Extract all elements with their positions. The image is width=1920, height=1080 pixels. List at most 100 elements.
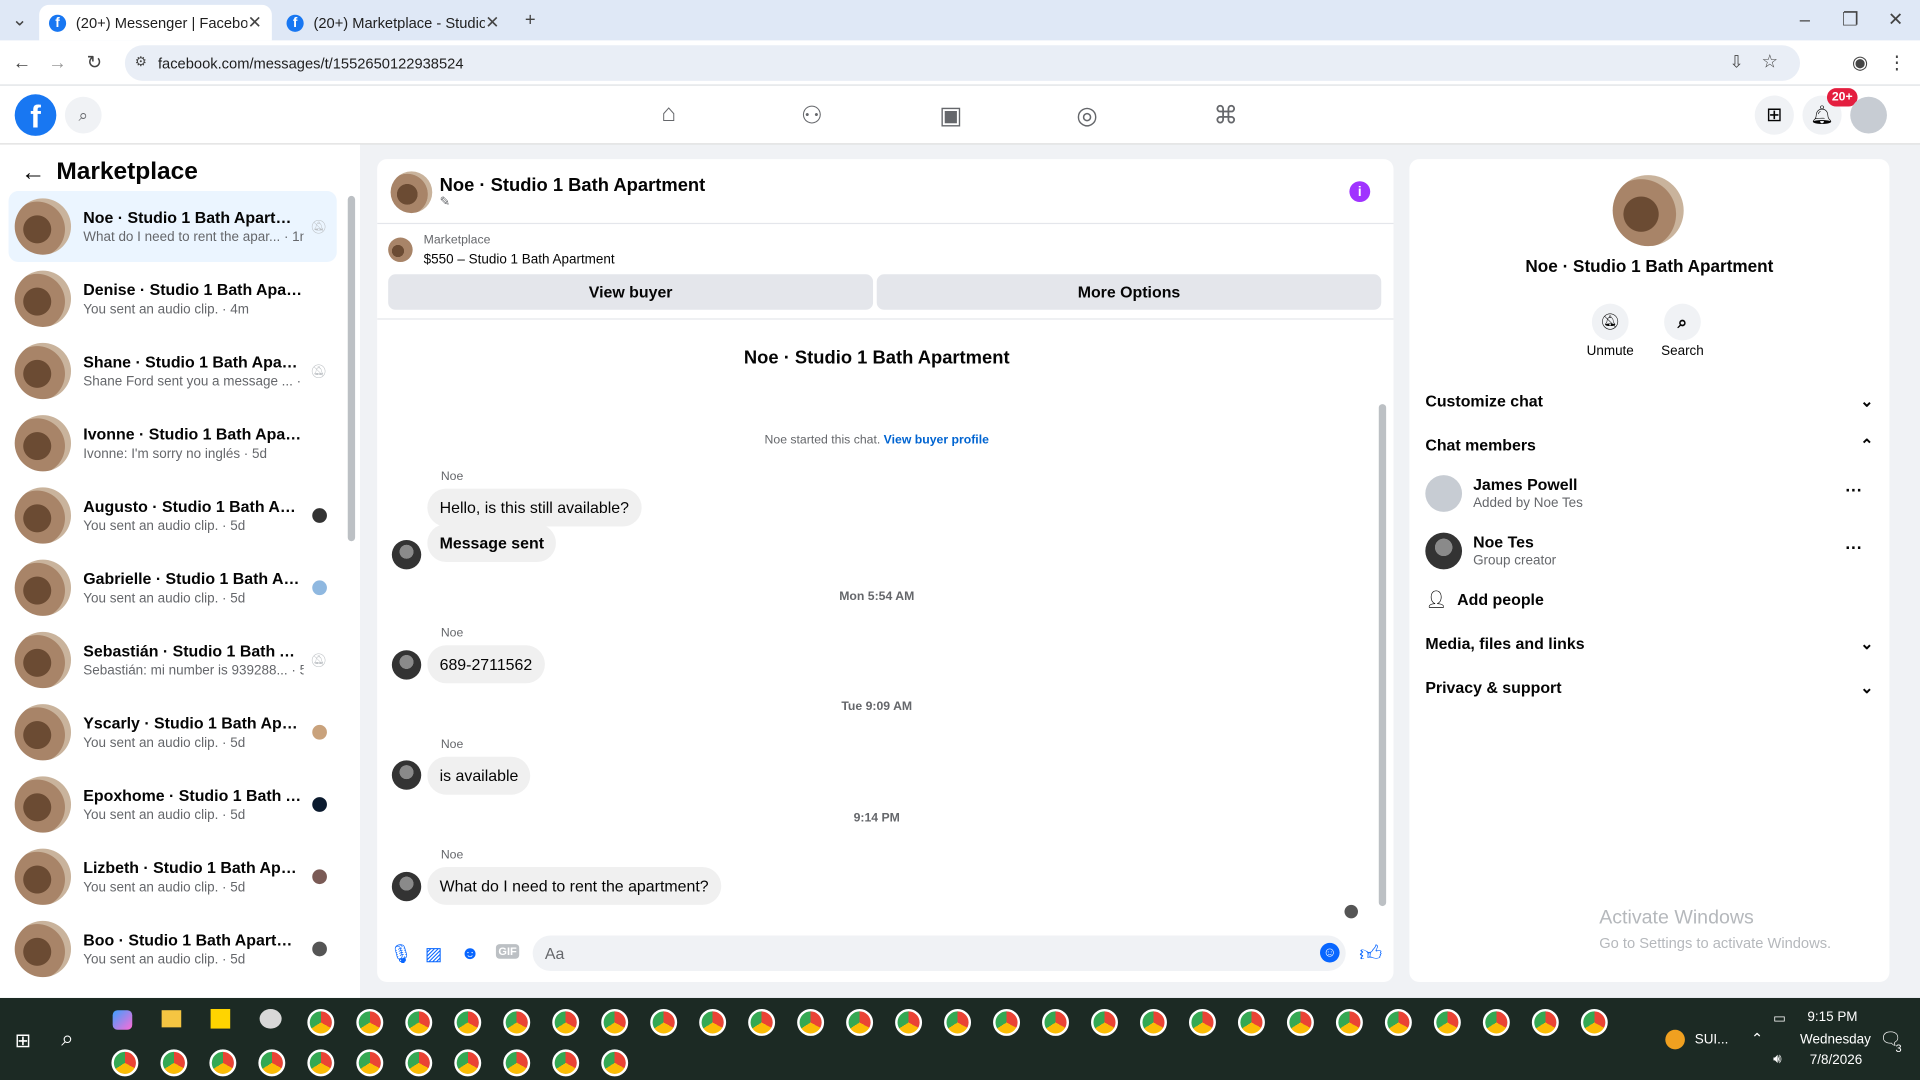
sticky-notes-icon[interactable] [210, 1008, 231, 1029]
conversation-item[interactable]: Epoxhome · Studio 1 Bath Apa... You sent … [9, 769, 337, 840]
member-info[interactable]: James Powell Added by Noe Tes [1473, 475, 1583, 511]
volume-icon[interactable]: 🔊︎ [1773, 1052, 1781, 1068]
file-explorer-icon[interactable] [161, 1010, 182, 1028]
chrome-icon[interactable] [1531, 1008, 1559, 1036]
facebook-logo-icon[interactable]: f [14, 94, 57, 136]
chrome-icon[interactable] [1188, 1008, 1216, 1036]
unmute-bell-icon[interactable]: 🔕︎ [1591, 303, 1629, 341]
friends-icon[interactable]: ⚇ [801, 100, 823, 131]
chat-scrollbar[interactable] [1378, 404, 1387, 907]
tab-close-icon[interactable]: ✕ [485, 12, 499, 33]
more-options-button[interactable]: More Options [876, 274, 1382, 310]
tab-close-icon[interactable]: ✕ [248, 12, 262, 33]
chat-members-section[interactable]: Chat members ⌃ [1425, 436, 1873, 456]
account-avatar[interactable] [1850, 96, 1887, 134]
sidebar-scrollbar[interactable] [347, 195, 356, 542]
emoji-icon[interactable]: ☺ [1320, 942, 1340, 963]
chrome-icon[interactable] [1091, 1008, 1118, 1036]
view-buyer-profile-link[interactable]: View buyer profile [884, 433, 989, 446]
gif-icon[interactable]: GIF [495, 944, 520, 959]
chrome-icon[interactable] [1335, 1008, 1363, 1036]
sender-avatar[interactable] [391, 650, 422, 680]
conversation-item[interactable]: Denise · Studio 1 Bath Apartment You sent… [9, 263, 337, 334]
chrome-icon[interactable] [454, 1008, 482, 1036]
chat-avatar[interactable] [390, 171, 433, 214]
chrome-icon[interactable] [1433, 1008, 1461, 1036]
back-icon[interactable]: ← [7, 48, 36, 77]
chrome-icon[interactable] [601, 1008, 629, 1036]
chrome-icon[interactable] [797, 1008, 825, 1036]
search-icon[interactable]: ⌕ [1664, 303, 1701, 341]
member-avatar[interactable] [1425, 532, 1463, 570]
chrome-icon[interactable] [748, 1008, 776, 1036]
chrome-icon[interactable] [405, 1049, 433, 1077]
conversation-item[interactable]: Ivonne · Studio 1 Bath Apartment Ivonne: … [9, 408, 337, 479]
sender-avatar[interactable] [391, 871, 422, 902]
chrome-icon[interactable] [503, 1008, 531, 1036]
like-thumbs-up-icon[interactable]: 👍︎ [1359, 940, 1382, 967]
conversation-item[interactable]: Shane · Studio 1 Bath Apartm... Shane For… [9, 336, 337, 407]
chrome-icon[interactable] [209, 1049, 237, 1077]
back-arrow-icon[interactable]: ← [21, 159, 45, 187]
app-icon[interactable] [259, 1008, 282, 1029]
clock-day[interactable]: Wednesday [1800, 1032, 1871, 1047]
clock-date[interactable]: 7/8/2026 [1810, 1053, 1862, 1068]
message-bubble[interactable]: is available [427, 756, 531, 795]
url-field[interactable]: ⚙ facebook.com/messages/t/15526501229385… [124, 45, 1801, 81]
window-close-icon[interactable]: ✕ [1881, 5, 1910, 34]
browser-menu-icon[interactable]: ⋮ [1882, 48, 1911, 77]
chrome-icon[interactable] [160, 1049, 188, 1077]
restore-icon[interactable]: ❐ [1836, 5, 1865, 34]
tray-chevron-icon[interactable]: ⌃ [1751, 1030, 1763, 1047]
clock-time[interactable]: 9:15 PM [1807, 1010, 1857, 1025]
media-section[interactable]: Media, files and links ⌄ [1425, 634, 1873, 654]
conversation-item[interactable]: Sebastián · Studio 1 Bath Apar... Sebasti… [9, 624, 337, 695]
more-dots-icon[interactable]: ··· [1845, 480, 1862, 500]
chrome-icon[interactable] [1482, 1008, 1510, 1036]
chrome-icon[interactable] [454, 1049, 482, 1077]
chrome-icon[interactable] [1042, 1008, 1069, 1036]
copilot-icon[interactable] [112, 1010, 133, 1030]
message-bubble[interactable]: What do I need to rent the apartment? [427, 866, 721, 905]
profile-icon[interactable]: ◉ [1845, 48, 1874, 77]
conversation-item[interactable]: Augusto · Studio 1 Bath Apart... You sent… [9, 480, 337, 551]
chrome-icon[interactable] [1237, 1008, 1265, 1036]
conversation-item[interactable]: Boo · Studio 1 Bath Apartment You sent an… [9, 913, 337, 984]
listing-title[interactable]: $550 – Studio 1 Bath Apartment [424, 252, 615, 267]
search-icon[interactable]: ⌕ [64, 96, 102, 134]
chat-title[interactable]: Noe · Studio 1 Bath Apartment [440, 175, 706, 196]
chrome-icon[interactable] [944, 1008, 972, 1036]
conversation-item[interactable]: Noe · Studio 1 Bath Apartment What do I n… [8, 191, 337, 263]
reload-icon[interactable]: ↻ [80, 48, 109, 77]
minimize-icon[interactable]: – [1790, 5, 1819, 34]
customize-chat-section[interactable]: Customize chat ⌄ [1425, 392, 1873, 412]
chrome-icon[interactable] [307, 1049, 335, 1077]
chrome-icon[interactable] [846, 1008, 874, 1036]
more-dots-icon[interactable]: ··· [1845, 538, 1862, 558]
tab-search-icon[interactable]: ⌄ [5, 5, 34, 34]
member-avatar[interactable] [1425, 475, 1463, 512]
search-label[interactable]: Search [1646, 344, 1719, 359]
bookmark-star-icon[interactable]: ☆ [1762, 50, 1778, 72]
conversation-item[interactable]: Yscarly · Studio 1 Bath Apartm... You sen… [9, 697, 337, 768]
chrome-icon[interactable] [356, 1049, 384, 1077]
weather-icon[interactable] [1665, 1029, 1685, 1050]
menu-grid-icon[interactable]: ⊞ [1754, 95, 1794, 135]
chrome-icon[interactable] [1140, 1008, 1167, 1036]
chrome-icon[interactable] [993, 1008, 1021, 1036]
chrome-icon[interactable] [552, 1008, 580, 1036]
chrome-icon[interactable] [895, 1008, 923, 1036]
member-info[interactable]: Noe Tes Group creator [1473, 533, 1556, 569]
chrome-icon[interactable] [111, 1049, 139, 1077]
message-bubble[interactable]: Message sent [427, 524, 557, 563]
weather-text[interactable]: SUI... [1695, 1032, 1729, 1047]
chrome-icon[interactable] [699, 1008, 727, 1036]
add-people-button[interactable]: Add people [1457, 590, 1544, 608]
microphone-icon[interactable]: 🎙︎ [389, 943, 412, 965]
photo-icon[interactable]: ▨ [425, 943, 442, 965]
add-person-icon[interactable]: 👤︎ [1425, 589, 1447, 610]
tab-marketplace[interactable]: f (20+) Marketplace - Studio 1 Ba ✕ [277, 5, 510, 41]
chrome-icon[interactable] [1384, 1008, 1412, 1036]
sender-avatar[interactable] [391, 540, 422, 570]
chrome-icon[interactable] [650, 1008, 678, 1036]
